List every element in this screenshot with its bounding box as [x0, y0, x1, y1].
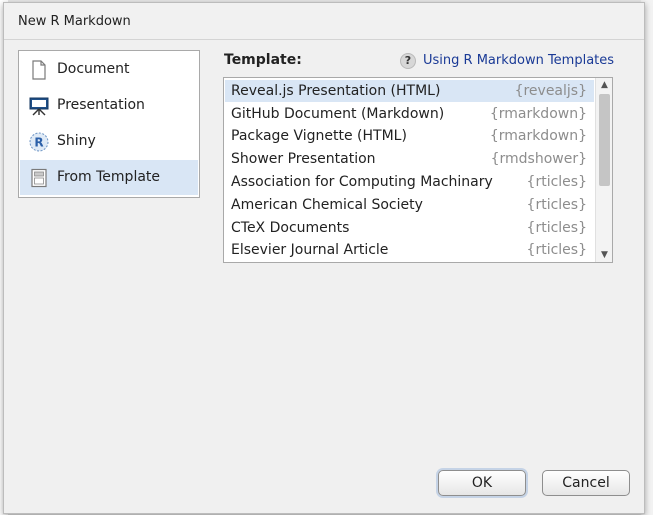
svg-text:R: R	[34, 136, 43, 150]
template-package: {rmdshower}	[490, 151, 587, 167]
template-package: {rmarkdown}	[489, 106, 587, 122]
template-name: Reveal.js Presentation (HTML)	[231, 83, 441, 99]
template-name: Package Vignette (HTML)	[231, 128, 407, 144]
document-icon	[32, 60, 46, 80]
r-shiny-icon: R	[29, 132, 49, 152]
template-package: {rmarkdown}	[489, 128, 587, 144]
sidebar-item-label: From Template	[57, 169, 161, 185]
template-list-scrollbar[interactable]: ▲ ▼	[595, 78, 612, 262]
template-package: {rticles}	[526, 242, 587, 258]
scroll-up-arrow-icon[interactable]: ▲	[596, 78, 612, 92]
sidebar-item-document[interactable]: Document	[20, 52, 198, 87]
scrollbar-thumb[interactable]	[599, 94, 610, 186]
template-row[interactable]: Shower Presentation {rmdshower}	[225, 148, 594, 170]
template-row[interactable]: Elsevier Journal Article {rticles}	[225, 239, 594, 261]
template-package: {revealjs}	[514, 83, 587, 99]
template-package: {rticles}	[526, 197, 587, 213]
template-row[interactable]: GitHub Document (Markdown) {rmarkdown}	[225, 103, 594, 125]
template-row[interactable]: Package Vignette (HTML) {rmarkdown}	[225, 125, 594, 147]
template-list[interactable]: Reveal.js Presentation (HTML) {revealjs}…	[223, 77, 613, 263]
dialog-titlebar: New R Markdown	[4, 3, 644, 40]
format-category-list: Document Presentation R Shiny From Templ…	[18, 50, 200, 198]
sidebar-item-label: Presentation	[57, 97, 145, 113]
template-name: GitHub Document (Markdown)	[231, 106, 445, 122]
scroll-down-arrow-icon[interactable]: ▼	[596, 248, 612, 262]
template-heading: Template:	[224, 52, 302, 68]
sidebar-item-from-template[interactable]: From Template	[20, 160, 198, 195]
sidebar-item-label: Document	[57, 61, 130, 77]
help-link-text[interactable]: Using R Markdown Templates	[423, 53, 614, 68]
template-icon	[31, 168, 47, 188]
template-name: Association for Computing Machinary	[231, 174, 493, 190]
template-row[interactable]: Association for Computing Machinary {rti…	[225, 171, 594, 193]
template-name: American Chemical Society	[231, 197, 423, 213]
template-row[interactable]: CTeX Documents {rticles}	[225, 217, 594, 239]
new-r-markdown-dialog: New R Markdown Document Presentation R S…	[3, 2, 645, 514]
sidebar-item-shiny[interactable]: R Shiny	[20, 124, 198, 159]
template-name: Shower Presentation	[231, 151, 376, 167]
help-question-icon: ?	[400, 53, 416, 69]
template-row[interactable]: Reveal.js Presentation (HTML) {revealjs}	[225, 80, 594, 102]
sidebar-item-label: Shiny	[57, 133, 96, 149]
template-package: {rticles}	[526, 220, 587, 236]
dialog-title: New R Markdown	[18, 14, 131, 29]
template-name: CTeX Documents	[231, 220, 350, 236]
template-package: {rticles}	[526, 174, 587, 190]
template-row[interactable]: American Chemical Society {rticles}	[225, 194, 594, 216]
sidebar-item-presentation[interactable]: Presentation	[20, 88, 198, 123]
template-name: Elsevier Journal Article	[231, 242, 389, 258]
cancel-button[interactable]: Cancel	[542, 470, 630, 496]
ok-button[interactable]: OK	[438, 470, 526, 496]
presentation-easel-icon	[29, 97, 49, 116]
